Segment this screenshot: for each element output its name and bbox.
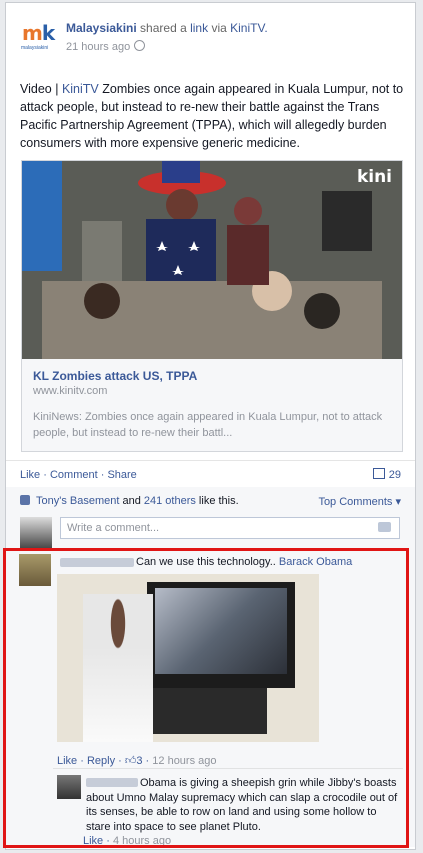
zombie-crowd-image (22, 161, 402, 359)
thumbs-up-icon (20, 495, 30, 505)
viewer-avatar (20, 517, 52, 549)
like-sentence: Tony's Basement and 241 others like this… (20, 495, 239, 507)
highlight-box (3, 548, 409, 848)
attachment-description: KiniNews: Zombies once again appeared in… (33, 411, 383, 439)
kinitv-watermark: kinitv (356, 167, 392, 187)
comment-bubble-icon (372, 468, 385, 479)
comment-count[interactable]: 29 (372, 468, 401, 481)
link-attachment[interactable]: kinitv KL Zombies attack US, TPPA www.ki… (21, 160, 403, 452)
page-name[interactable]: Malaysiakini (66, 21, 137, 35)
camera-icon[interactable] (378, 522, 391, 532)
liker-name[interactable]: Tony's Basement (36, 495, 119, 507)
post-time[interactable]: 21 hours ago (66, 40, 146, 53)
post-message: Video | KiniTV Zombies once again appear… (20, 82, 404, 150)
divider (6, 460, 415, 461)
write-comment-input[interactable]: Write a comment... (60, 517, 400, 539)
top-comments-dropdown[interactable]: Top Comments ▾ (318, 495, 401, 508)
attachment-site: www.kinitv.com (33, 385, 108, 397)
globe-icon (134, 40, 146, 51)
post-actions: Like · Comment · Share (20, 469, 137, 481)
like-link[interactable]: Like (20, 469, 40, 481)
others-link[interactable]: 241 others (144, 495, 196, 507)
attachment-title[interactable]: KL Zombies attack US, TPPA (33, 369, 197, 383)
via-page[interactable]: KiniTV. (230, 21, 268, 35)
attachment-photo[interactable]: kinitv (22, 161, 402, 359)
share-link[interactable]: Share (107, 469, 136, 481)
post-header: mk malaysiakini Malaysiakini shared a li… (20, 15, 410, 59)
link-word[interactable]: link (190, 21, 208, 35)
page-avatar[interactable]: mk malaysiakini (20, 19, 56, 55)
post-actor-line: Malaysiakini shared a link via KiniTV. (66, 21, 268, 35)
comment-link[interactable]: Comment (50, 469, 98, 481)
message-link[interactable]: KiniTV (62, 82, 99, 96)
